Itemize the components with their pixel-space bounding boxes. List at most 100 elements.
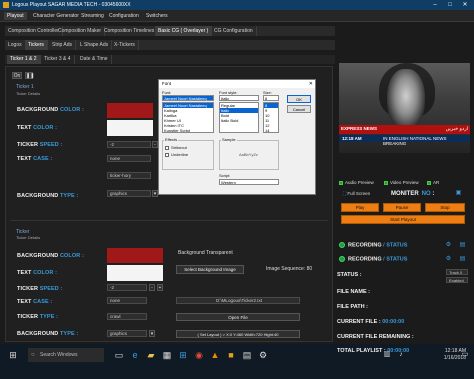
on-toggle[interactable]: On [12,72,22,79]
sample-text: AaBbYyZz [239,152,258,157]
ticker2-set-layout-button[interactable]: ( Set Layout ) > X:0 Y:460 Width:720 Hig… [176,330,300,338]
ticker2-speed-input[interactable]: -2 [107,284,147,291]
close-icon[interactable]: ✕ [309,80,313,88]
ticker2-open-file-button[interactable]: Open File [176,313,300,321]
vlc-icon[interactable]: ▲ [208,348,222,362]
recording-folder-icon[interactable]: ▤ [459,242,466,249]
ticker2-bg-type-select[interactable]: graphics [107,330,147,337]
notepad-icon[interactable]: ▤ [240,348,254,362]
start-icon[interactable]: ⊞ [6,348,20,362]
close-button[interactable]: ✕ [458,1,472,9]
tab-strip-ads[interactable]: Strip Ads [49,40,77,50]
store-icon[interactable]: ▦ [160,348,174,362]
ticker2-select-bg-image-button[interactable]: Select Background Image [176,265,244,274]
cancel-button[interactable]: Cancel [287,105,311,113]
tab-composition-maker[interactable]: Composition Maker [55,26,106,36]
ar-toggle[interactable]: AR [427,180,439,185]
ticker1-title: Ticker 1 [16,84,34,90]
preview-news: IN ENGLISH NATIONAL NEWS BREAKING [383,136,447,146]
tab-date-time[interactable]: Date & Time [77,55,112,64]
tab-x-tickers[interactable]: X-Tickers [111,40,139,50]
window-title: Logous Playout SAGAR MEDIA TECH - 030456… [12,2,131,8]
windows-icon[interactable]: ⊞ [176,348,190,362]
fullscreen-button[interactable]: ⛶ Full Screen [343,191,370,196]
tab-tickers[interactable]: Tickers [25,40,48,50]
ticker2-bg-type-button[interactable]: ▾ [149,330,155,337]
start-playout-button[interactable]: Start Playout [341,215,465,224]
ticker1-speed-input[interactable]: -2 [107,141,151,148]
file-name-label: FILE NAME : [337,289,370,295]
script-select[interactable]: Western [219,179,279,185]
tab-l-shape-ads[interactable]: L Shape Ads [77,40,113,50]
tab-cg-configuration[interactable]: CG Configuration [211,26,257,36]
strikeout-checkbox[interactable] [165,146,169,150]
task-view-icon[interactable]: ▭ [112,348,126,362]
edge-icon[interactable]: e [128,348,142,362]
search-input[interactable]: Search Windows [28,348,104,362]
track-select[interactable]: Track 0 [446,269,468,275]
font-input[interactable]: Jameel Noori Nastaleeq [162,95,214,101]
play-button[interactable]: Play [341,203,379,212]
ticker2-case-select[interactable]: none [107,297,147,304]
menu-bar: Playout Character Generator Streaming Co… [0,10,474,22]
record-indicator-icon[interactable] [339,256,345,262]
ticker2-bg-type-label: BACKGROUND TYPE : [17,331,79,337]
stop-button[interactable]: Stop [425,203,465,212]
menu-playout[interactable]: Playout [4,12,27,20]
tab-basic-cg[interactable]: Basic CG ( Overlayer ) [155,26,213,36]
ticker2-bg-transparent-label[interactable]: Background Transparent [178,250,233,256]
menu-configuration[interactable]: Configuration [106,12,142,20]
video-preview-toggle[interactable]: Video Preview [384,180,419,185]
ticker2-speed-decrease[interactable]: - [149,284,155,291]
notifications-icon[interactable]: ▭ [458,348,472,362]
list-item[interactable]: Kunstler Script [163,128,213,132]
underline-checkbox[interactable] [165,153,169,157]
tabs-tertiary: Ticker 1 & 2 Ticker 3 & 4 Date & Time [5,55,335,64]
tab-ticker-1-2[interactable]: Ticker 1 & 2 [7,55,41,64]
recording-folder-icon[interactable]: ▤ [459,256,466,263]
recording-settings-icon[interactable]: ⚙ [445,242,452,249]
pause-icon[interactable]: ❚❚ [25,72,34,79]
size-input[interactable]: 8 [263,95,279,101]
list-item[interactable]: 14 [264,128,278,132]
record-indicator-icon[interactable] [339,242,345,248]
ticker1-bg-type-select[interactable]: graphics [107,190,151,197]
app-taskbar-icon[interactable]: ■ [224,348,238,362]
menu-switchers[interactable]: Switchers [143,12,171,20]
ticker1-bg-color-swatch[interactable] [107,103,153,118]
list-item[interactable]: Italic Bold [220,118,258,123]
maximize-button[interactable]: □ [443,1,457,9]
tab-logos[interactable]: Logos [5,40,26,50]
network-icon[interactable]: ▥ [380,348,394,362]
volume-icon[interactable]: ♪ [394,348,408,362]
monitor-settings-icon[interactable]: ▣ [455,190,462,197]
tab-ticker-3-4[interactable]: Ticker 3 & 4 [41,55,75,64]
pause-button[interactable]: Pause [383,203,421,212]
recording-settings-icon[interactable]: ⚙ [445,256,452,263]
font-list[interactable]: Jameel Noori Nastaleeq Kalinga Kartika K… [162,102,214,133]
ticker2-text-color-swatch[interactable] [107,265,163,281]
menu-character-generator[interactable]: Character Generator [30,12,82,20]
ticker1-text-color-label: TEXT COLOR : [17,125,58,131]
font-style-input[interactable]: Italic [219,95,259,101]
ticker1-type-select[interactable]: ticker-hory [107,172,151,179]
ticker1-case-select[interactable]: none [107,155,151,162]
font-style-list[interactable]: Regular Italic Bold Italic Bold [219,102,259,133]
search-icon: ○ [31,352,35,358]
tab-composition-timelines[interactable]: Composition Timelines [101,26,159,36]
divider [10,220,328,221]
ticker2-file-path[interactable]: D:\MLogous\Ticker2.txt [176,297,300,304]
chrome-icon[interactable]: ◉ [192,348,206,362]
minimize-button[interactable]: – [428,1,442,9]
enabled-select[interactable]: Enabled [446,277,468,283]
audio-preview-toggle[interactable]: Audio Preview [339,180,374,185]
size-list[interactable]: 8 9 10 11 12 14 [263,102,279,133]
ticker1-text-color-swatch[interactable] [107,120,153,136]
ok-button[interactable]: OK [287,95,311,103]
settings-icon[interactable]: ⚙ [256,348,270,362]
ticker2-bg-color-swatch[interactable] [107,248,163,263]
ticker2-speed-increase[interactable]: + [157,284,163,291]
ticker2-type-select[interactable]: crawl [107,313,147,320]
menu-streaming[interactable]: Streaming [78,12,107,20]
file-explorer-icon[interactable]: ▰ [144,348,158,362]
